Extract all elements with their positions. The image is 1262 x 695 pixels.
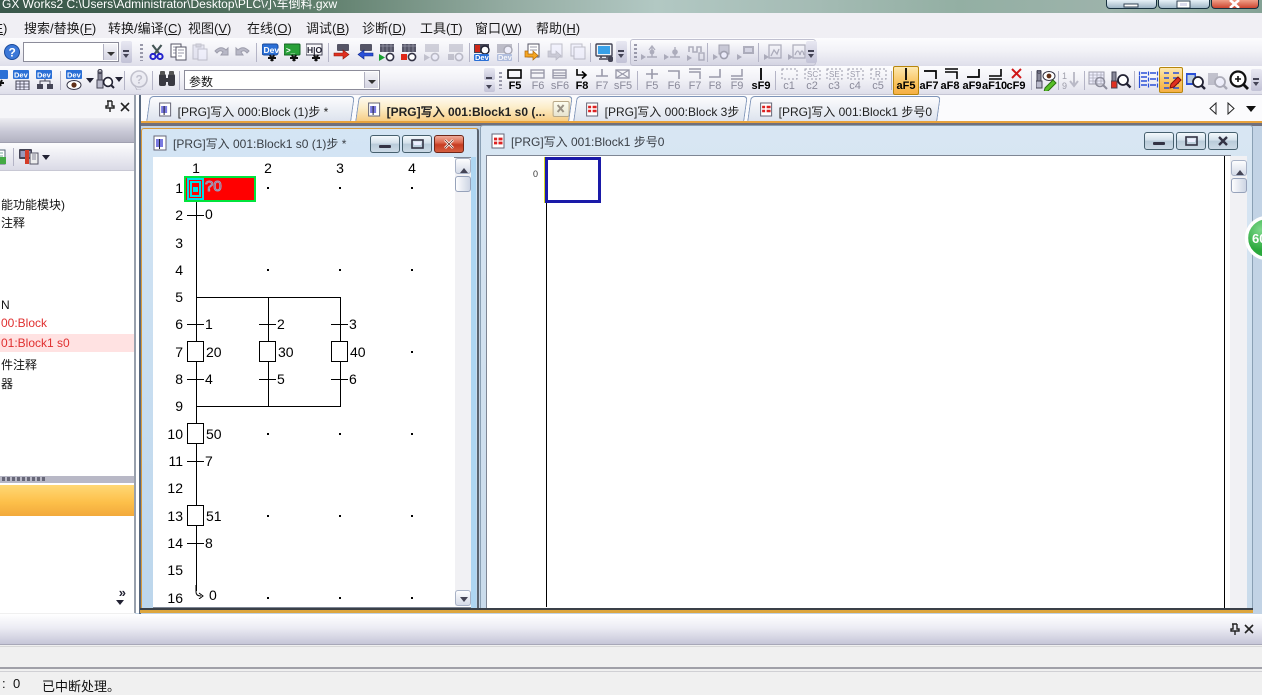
svg-text:?: ?	[9, 46, 16, 60]
svg-text:H|O: H|O	[307, 45, 323, 55]
svg-text:R: R	[875, 70, 881, 79]
svg-text:Dev: Dev	[264, 45, 280, 55]
svg-text:1: 1	[1062, 71, 1067, 81]
svg-text:9: 9	[1062, 81, 1067, 91]
svg-text:SE: SE	[829, 70, 840, 79]
svg-text:?: ?	[136, 73, 143, 87]
svg-text:Dev: Dev	[475, 53, 490, 62]
svg-text:Dev: Dev	[37, 71, 52, 80]
svg-text:ST: ST	[850, 70, 860, 79]
svg-text:60: 60	[1252, 231, 1262, 246]
svg-text:Dev: Dev	[67, 71, 82, 80]
svg-text:SC: SC	[807, 70, 818, 79]
svg-text:>_: >_	[286, 46, 296, 55]
svg-text:Dev: Dev	[498, 53, 513, 62]
svg-text:Dev: Dev	[14, 71, 29, 80]
